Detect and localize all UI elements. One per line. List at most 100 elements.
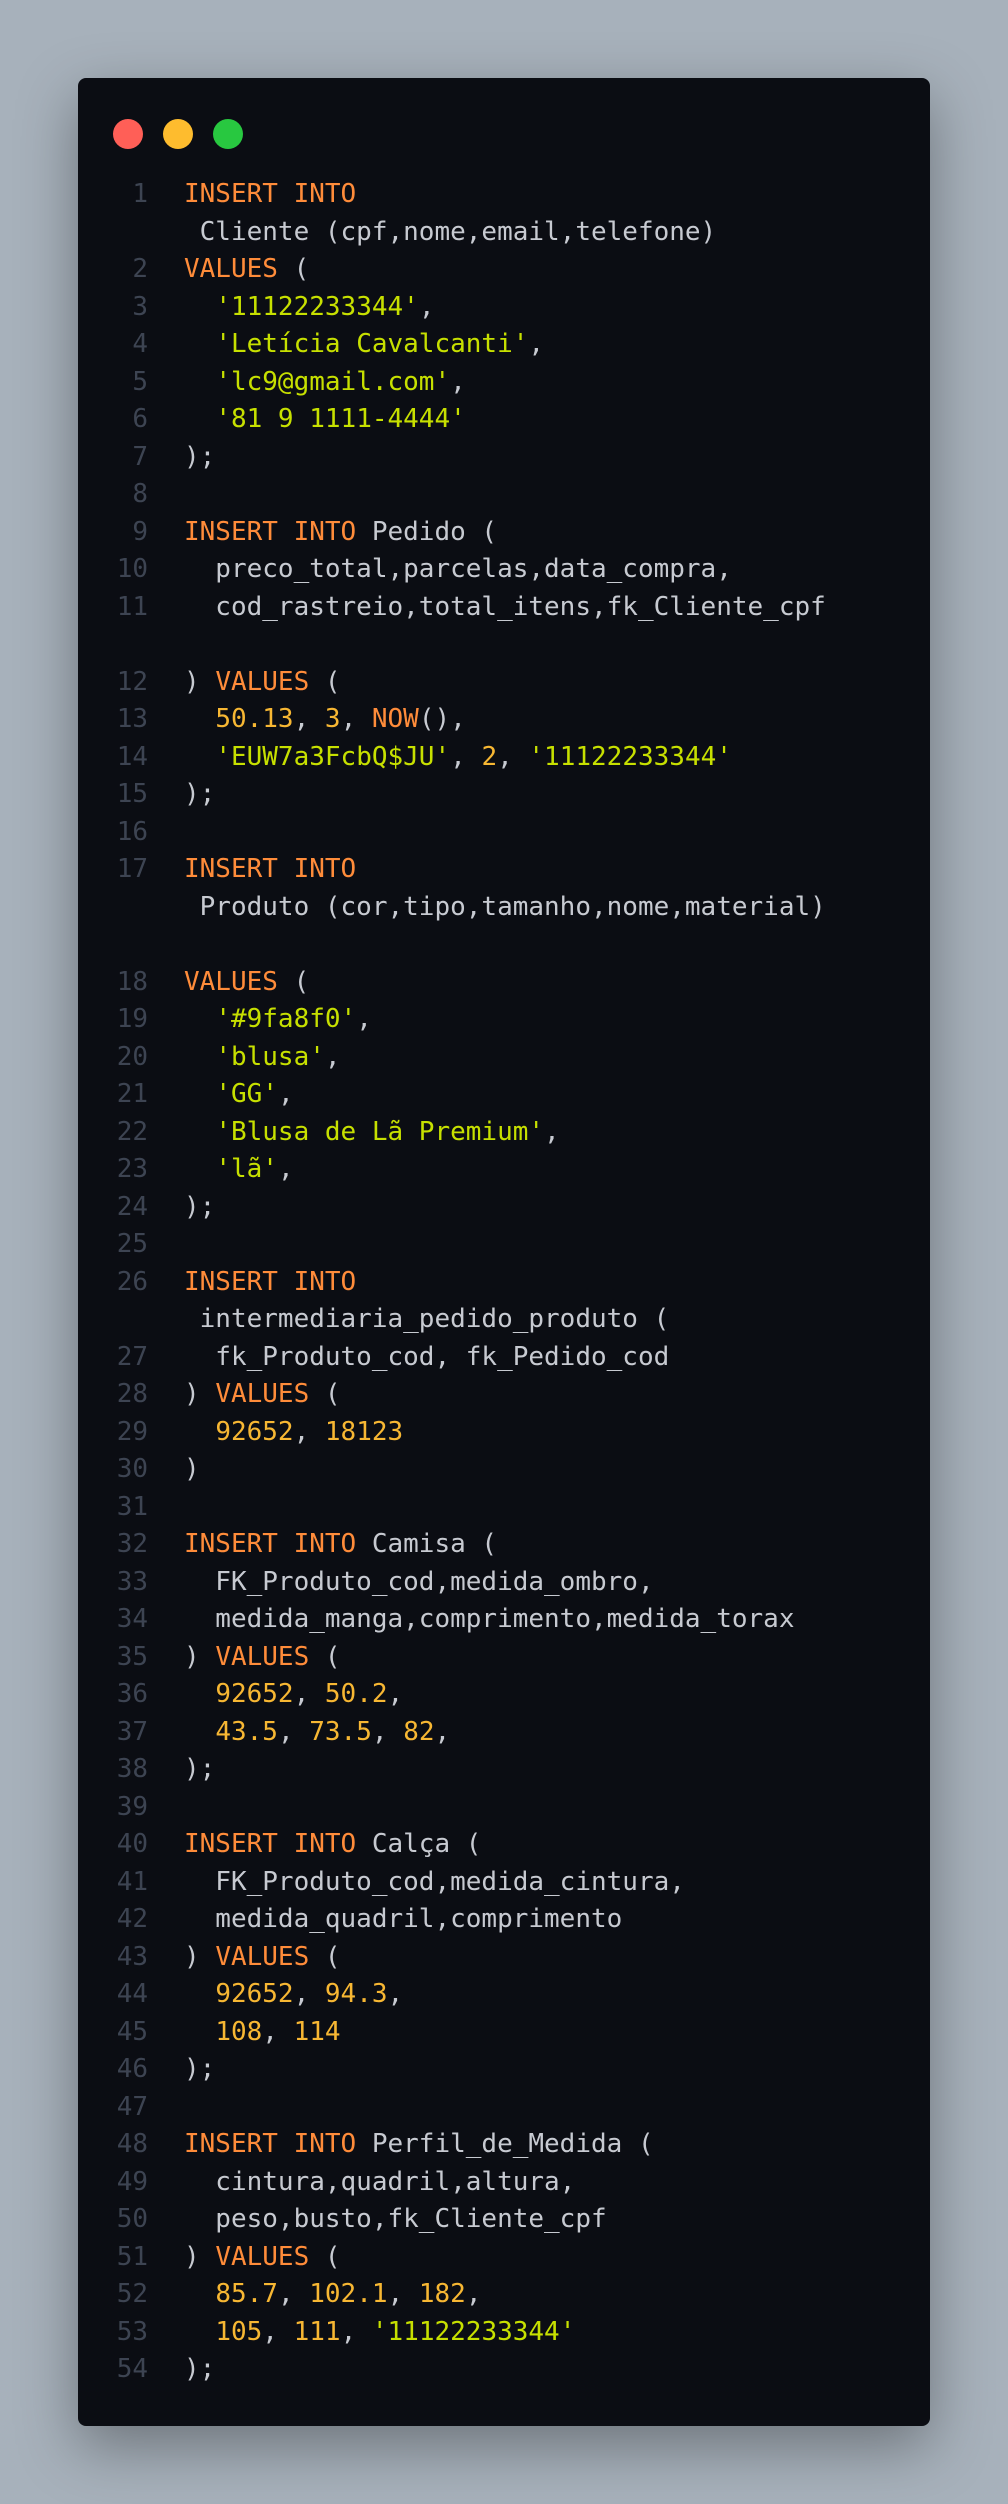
code-line: 29 92652, 18123	[78, 1414, 930, 1452]
code-line: 8	[78, 476, 930, 514]
text-token: ,	[371, 1716, 404, 1747]
keyword-token: VALUES	[215, 1941, 310, 1972]
code-line: 25	[78, 1226, 930, 1264]
line-number: 11	[116, 591, 148, 622]
line-number: 12	[116, 666, 148, 697]
code-line: 16	[78, 814, 930, 852]
text-token: ,	[356, 1004, 372, 1034]
line-number: 39	[116, 1791, 148, 1822]
code-line: 4 'Letícia Cavalcanti',	[78, 326, 930, 364]
line-content: 92652, 18123	[184, 1414, 403, 1452]
text-token: ,	[293, 1679, 325, 1709]
text-token: (	[277, 254, 310, 284]
line-content: VALUES (	[184, 964, 309, 1002]
text-token: );	[184, 1754, 216, 1784]
code-line: 11 cod_rastreio,total_itens,fk_Cliente_c…	[78, 589, 930, 627]
text-token: )	[184, 1641, 216, 1672]
line-number: 26	[116, 1266, 148, 1297]
line-content: '11122233344',	[184, 289, 434, 327]
code-line: 50 peso,busto,fk_Cliente_cpf	[78, 2201, 930, 2239]
number-token: 85.7	[215, 2279, 278, 2309]
line-content: );	[184, 1189, 215, 1227]
line-content: INSERT INTO Pedido (	[184, 514, 497, 552]
maximize-button[interactable]	[213, 119, 243, 149]
code-line: 43) VALUES (	[78, 1939, 930, 1977]
line-content: INSERT INTO Calça (	[184, 1826, 481, 1864]
code-line: 51) VALUES (	[78, 2239, 930, 2277]
number-token: 43.5	[215, 1716, 278, 1747]
code-line: 22 'Blusa de Lã Premium',	[78, 1114, 930, 1152]
line-content: 'lc9@gmail.com',	[184, 364, 465, 402]
number-token: 108	[215, 2016, 263, 2047]
line-content: 43.5, 73.5, 82,	[184, 1714, 450, 1752]
text-token: ,	[262, 2316, 294, 2347]
text-token: ,	[277, 1079, 294, 1109]
code-editor[interactable]: 1 INSERT INTO Cliente (cpf,nome,email,tel…	[78, 176, 930, 2389]
number-token: 114	[293, 2016, 341, 2047]
text-token: ,	[387, 1679, 404, 1709]
close-button[interactable]	[113, 119, 143, 149]
code-line: 21 'GG',	[78, 1076, 930, 1114]
code-line: 5 'lc9@gmail.com',	[78, 364, 930, 402]
code-line: 48 INSERT INTO Perfil_de_Medida (	[78, 2126, 930, 2164]
number-token: 2	[481, 741, 498, 772]
text-token: medida_manga,comprimento,medida_torax	[184, 1604, 795, 1634]
line-content: '#9fa8f0',	[184, 1001, 372, 1039]
text-token: ,	[293, 1416, 325, 1447]
line-number: 7	[132, 441, 148, 472]
line-content: '81 9 1111-4444'	[184, 401, 465, 439]
code-line: 19 '#9fa8f0',	[78, 1001, 930, 1039]
code-line: intermediaria_pedido_produto (	[78, 1301, 930, 1339]
number-token: 105	[215, 2316, 263, 2347]
keyword-token: NOW	[371, 704, 419, 734]
line-number: 28	[116, 1379, 148, 1409]
code-line: 46);	[78, 2051, 930, 2089]
line-number: 32	[116, 1529, 148, 1559]
code-line: 20 'blusa',	[78, 1039, 930, 1077]
code-line: 24);	[78, 1189, 930, 1227]
code-line: 6 '81 9 1111-4444'	[78, 401, 930, 439]
text-token: Produto (cor,tipo,tamanho,nome,material)	[184, 891, 826, 922]
text-token: );	[184, 1191, 216, 1222]
text-token: (	[309, 1641, 341, 1672]
line-number: 40	[116, 1829, 148, 1859]
keyword-token: INSERT INTO	[184, 516, 357, 547]
code-line: 23 'lã',	[78, 1151, 930, 1189]
code-line: 53 105, 111, '11122233344'	[78, 2314, 930, 2352]
text-token: peso,busto,fk_Cliente_cpf	[184, 2204, 607, 2234]
text-token: ,	[324, 1041, 341, 1072]
number-token: 111	[293, 2316, 341, 2347]
code-line: 36 92652, 50.2,	[78, 1676, 930, 1714]
string-token: '11122233344'	[215, 291, 419, 322]
number-token: 92652	[215, 1416, 294, 1447]
line-number: 37	[116, 1716, 148, 1747]
line-number: 29	[116, 1416, 148, 1447]
line-number: 20	[116, 1041, 148, 1072]
code-line: Produto (cor,tipo,tamanho,nome,material)	[78, 889, 930, 927]
code-window: 1 INSERT INTO Cliente (cpf,nome,email,tel…	[78, 78, 930, 2426]
line-content: INSERT INTO	[184, 851, 356, 889]
text-token: cintura,quadril,altura,	[184, 2166, 576, 2197]
line-content: 'Blusa de Lã Premium',	[184, 1114, 559, 1152]
line-content: FK_Produto_cod,medida_cintura,	[184, 1864, 685, 1902]
keyword-token: VALUES	[215, 666, 310, 697]
line-number: 17	[116, 854, 148, 884]
code-line: 33 FK_Produto_cod,medida_ombro,	[78, 1564, 930, 1602]
line-number: 48	[116, 2129, 148, 2159]
code-line: 12) VALUES (	[78, 664, 930, 702]
line-number: 5	[132, 366, 148, 397]
minimize-button[interactable]	[163, 119, 193, 149]
code-line: 13 50.13, 3, NOW(),	[78, 701, 930, 739]
string-token: '11122233344'	[371, 2316, 576, 2347]
line-content: );	[184, 1751, 215, 1789]
line-number: 2	[132, 254, 148, 284]
line-content: preco_total,parcelas,data_compra,	[184, 551, 732, 589]
code-line: 17 INSERT INTO	[78, 851, 930, 889]
line-number: 10	[116, 554, 148, 584]
number-token: 50.13	[215, 704, 294, 734]
